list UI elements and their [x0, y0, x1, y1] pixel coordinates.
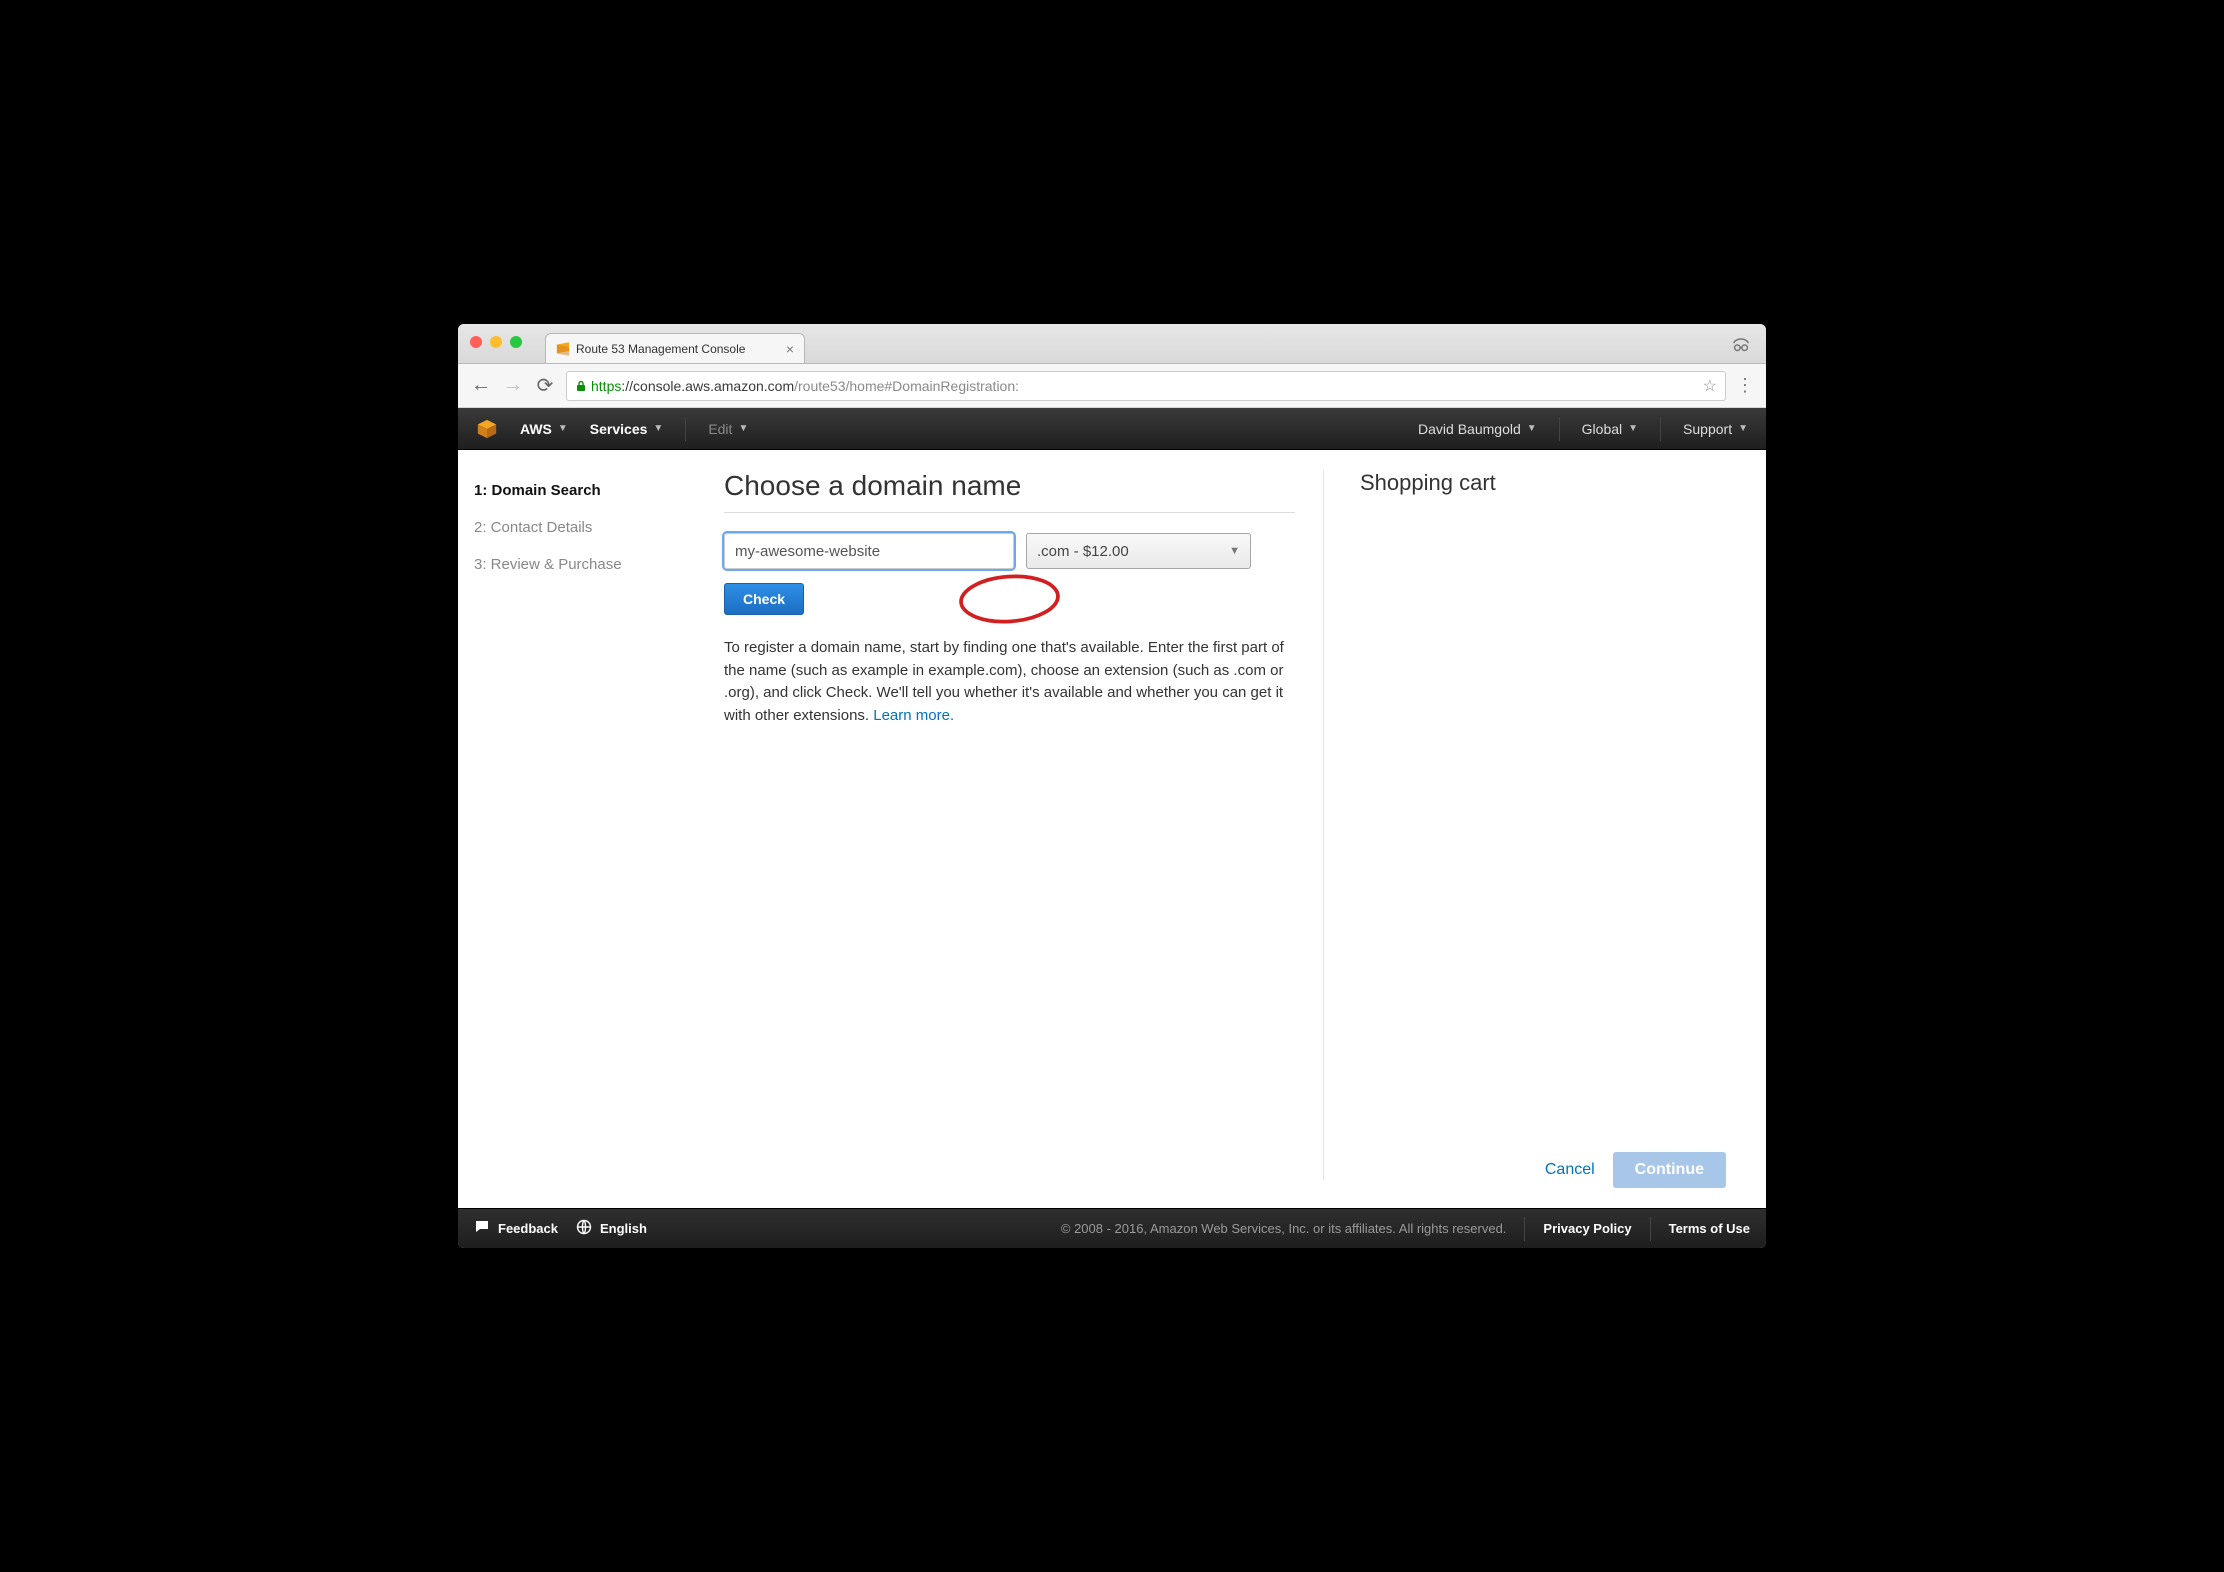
wizard-sidebar: 1: Domain Search 2: Contact Details 3: R… [458, 450, 696, 1208]
language-selector[interactable]: English [576, 1219, 647, 1238]
aws-footer: Feedback English © 2008 - 2016, Amazon W… [458, 1208, 1766, 1248]
bookmark-star-icon[interactable]: ☆ [1703, 376, 1717, 396]
zoom-window-icon[interactable] [510, 336, 522, 348]
close-tab-icon[interactable]: × [786, 342, 794, 356]
copyright-text: © 2008 - 2016, Amazon Web Services, Inc.… [1061, 1221, 1507, 1236]
wizard-step-review-purchase[interactable]: 3: Review & Purchase [468, 546, 696, 583]
browser-tab[interactable]: Route 53 Management Console × [545, 333, 805, 363]
speech-bubble-icon [474, 1219, 490, 1238]
browser-window: Route 53 Management Console × ← → ⟳ http… [458, 324, 1766, 1248]
divider [1559, 417, 1560, 441]
tld-select[interactable]: .com - $12.00 ▼ [1026, 533, 1251, 569]
url-text: https://console.aws.amazon.com/route53/h… [591, 378, 1019, 394]
page-title: Choose a domain name [724, 470, 1295, 502]
domain-name-input[interactable] [724, 533, 1014, 569]
reload-button[interactable]: ⟳ [534, 373, 556, 398]
account-menu[interactable]: David Baumgold▼ [1418, 421, 1537, 437]
divider [685, 417, 686, 441]
chevron-down-icon: ▼ [738, 423, 748, 434]
aws-favicon-icon [556, 342, 570, 356]
window-traffic-lights [470, 336, 522, 348]
aws-cube-icon[interactable] [476, 418, 498, 440]
divider [724, 512, 1295, 513]
aws-header: AWS▼ Services▼ Edit▼ David Baumgold▼ Glo… [458, 408, 1766, 450]
chevron-down-icon: ▼ [1628, 423, 1638, 434]
browser-menu-icon[interactable]: ⋮ [1736, 375, 1754, 396]
wizard-step-contact-details[interactable]: 2: Contact Details [468, 509, 696, 546]
globe-icon [576, 1219, 592, 1238]
feedback-link[interactable]: Feedback [474, 1219, 558, 1238]
privacy-policy-link[interactable]: Privacy Policy [1543, 1221, 1631, 1236]
forward-button: → [502, 374, 524, 397]
minimize-window-icon[interactable] [490, 336, 502, 348]
lock-icon [575, 380, 587, 392]
titlebar: Route 53 Management Console × [458, 324, 1766, 364]
aws-menu[interactable]: AWS▼ [520, 421, 568, 437]
chevron-down-icon: ▼ [558, 423, 568, 434]
services-menu[interactable]: Services▼ [590, 421, 664, 437]
page-content: 1: Domain Search 2: Contact Details 3: R… [458, 450, 1766, 1208]
chevron-down-icon: ▼ [1527, 423, 1537, 434]
address-bar[interactable]: https://console.aws.amazon.com/route53/h… [566, 371, 1726, 401]
check-button[interactable]: Check [724, 583, 804, 615]
wizard-step-domain-search[interactable]: 1: Domain Search [468, 472, 696, 509]
browser-toolbar: ← → ⟳ https://console.aws.amazon.com/rou… [458, 364, 1766, 408]
learn-more-link[interactable]: Learn more. [873, 707, 954, 724]
chevron-down-icon: ▼ [1229, 545, 1240, 557]
chevron-down-icon: ▼ [653, 423, 663, 434]
divider [1660, 417, 1661, 441]
tab-title: Route 53 Management Console [576, 342, 780, 356]
help-text: To register a domain name, start by find… [724, 637, 1295, 727]
terms-of-use-link[interactable]: Terms of Use [1669, 1221, 1750, 1236]
shopping-cart-title: Shopping cart [1360, 470, 1614, 496]
tld-selected-value: .com - $12.00 [1037, 543, 1129, 560]
divider [1650, 1217, 1651, 1241]
close-window-icon[interactable] [470, 336, 482, 348]
support-menu[interactable]: Support▼ [1683, 421, 1748, 437]
continue-button[interactable]: Continue [1613, 1152, 1726, 1188]
chevron-down-icon: ▼ [1738, 423, 1748, 434]
incognito-icon [1730, 334, 1752, 361]
divider [1524, 1217, 1525, 1241]
edit-menu[interactable]: Edit▼ [708, 421, 748, 437]
region-menu[interactable]: Global▼ [1582, 421, 1638, 437]
cancel-button[interactable]: Cancel [1545, 1161, 1595, 1179]
back-button[interactable]: ← [470, 374, 492, 397]
